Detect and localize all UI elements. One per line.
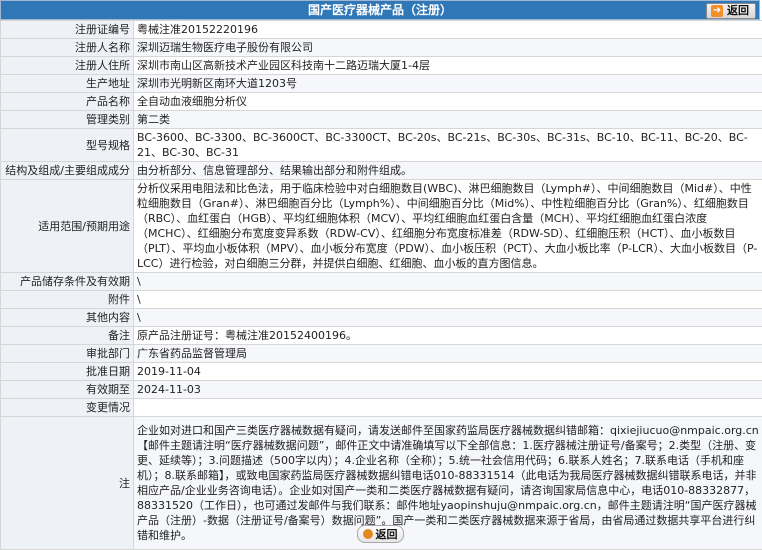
table-row: 附件 \ [1, 291, 762, 309]
back-button-label: 返回 [376, 526, 398, 542]
row-label: 结构及组成/主要组成成分 [1, 162, 134, 180]
row-value: 深圳市光明新区南环大道1203号 [134, 75, 762, 93]
table-row: 备注 原产品注册证号：粤械注准20152400196。 [1, 327, 762, 345]
table-row: 管理类别 第二类 [1, 111, 762, 129]
table-row: 有效期至 2024-11-03 [1, 381, 762, 399]
back-button-bottom[interactable]: 返回 [357, 525, 404, 543]
row-label: 变更情况 [1, 399, 134, 417]
row-label: 生产地址 [1, 75, 134, 93]
back-icon [363, 529, 373, 539]
table-row: 注册人名称 深圳迈瑞生物医疗电子股份有限公司 [1, 39, 762, 57]
table-row: 产品储存条件及有效期 \ [1, 273, 762, 291]
row-value: 2019-11-04 [134, 363, 762, 381]
row-label: 型号规格 [1, 129, 134, 162]
row-value: BC-3600、BC-3300、BC-3600CT、BC-3300CT、BC-2… [134, 129, 762, 162]
row-value: \ [134, 291, 762, 309]
row-label: 附件 [1, 291, 134, 309]
row-label: 注册证编号 [1, 21, 134, 39]
table-row: 注册证编号 粤械注准20152220196 [1, 21, 762, 39]
row-value: 第二类 [134, 111, 762, 129]
row-label: 批准日期 [1, 363, 134, 381]
row-label: 管理类别 [1, 111, 134, 129]
row-value: \ [134, 273, 762, 291]
back-button-top[interactable]: ➜ 返回 [706, 3, 756, 19]
row-value: 广东省药品监督管理局 [134, 345, 762, 363]
table-row: 产品名称 全自动血液细胞分析仪 [1, 93, 762, 111]
table-row: 生产地址 深圳市光明新区南环大道1203号 [1, 75, 762, 93]
row-value: 由分析部分、信息管理部分、结果输出部分和附件组成。 [134, 162, 762, 180]
row-value: 原产品注册证号：粤械注准20152400196。 [134, 327, 762, 345]
table-row: 变更情况 [1, 399, 762, 417]
row-value: 深圳市南山区高新技术产业园区科技南十二路迈瑞大厦1-4层 [134, 57, 762, 75]
table-row: 适用范围/预期用途 分析仪采用电阻法和比色法，用于临床检验中对白细胞数目(WBC… [1, 180, 762, 273]
row-label: 产品储存条件及有效期 [1, 273, 134, 291]
back-arrow-icon: ➜ [711, 5, 723, 17]
row-label: 产品名称 [1, 93, 134, 111]
row-label: 备注 [1, 327, 134, 345]
table-row: 审批部门 广东省药品监督管理局 [1, 345, 762, 363]
table-row: 型号规格 BC-3600、BC-3300、BC-3600CT、BC-3300CT… [1, 129, 762, 162]
row-label: 审批部门 [1, 345, 134, 363]
info-table: 注册证编号 粤械注准20152220196 注册人名称 深圳迈瑞生物医疗电子股份… [0, 20, 762, 550]
row-value: \ [134, 309, 762, 327]
row-value: 全自动血液细胞分析仪 [134, 93, 762, 111]
row-value: 深圳迈瑞生物医疗电子股份有限公司 [134, 39, 762, 57]
back-button-label: 返回 [727, 4, 749, 18]
row-label: 注册人名称 [1, 39, 134, 57]
table-row: 结构及组成/主要组成成分 由分析部分、信息管理部分、结果输出部分和附件组成。 [1, 162, 762, 180]
row-value: 2024-11-03 [134, 381, 762, 399]
page: 国产医疗器械产品（注册） ➜ 返回 注册证编号 粤械注准20152220196 … [0, 0, 762, 548]
row-value: 分析仪采用电阻法和比色法，用于临床检验中对白细胞数目(WBC)、淋巴细胞数目（L… [134, 180, 762, 273]
row-value: 粤械注准20152220196 [134, 21, 762, 39]
table-row: 注册人住所 深圳市南山区高新技术产业园区科技南十二路迈瑞大厦1-4层 [1, 57, 762, 75]
row-label: 其他内容 [1, 309, 134, 327]
row-value [134, 399, 762, 417]
page-title: 国产医疗器械产品（注册） [308, 3, 452, 17]
table-row: 其他内容 \ [1, 309, 762, 327]
table-row: 批准日期 2019-11-04 [1, 363, 762, 381]
row-label: 注册人住所 [1, 57, 134, 75]
page-title-bar: 国产医疗器械产品（注册） ➜ 返回 [0, 0, 760, 20]
footer-actions: 返回 [0, 519, 760, 548]
row-label: 适用范围/预期用途 [1, 180, 134, 273]
row-label: 有效期至 [1, 381, 134, 399]
